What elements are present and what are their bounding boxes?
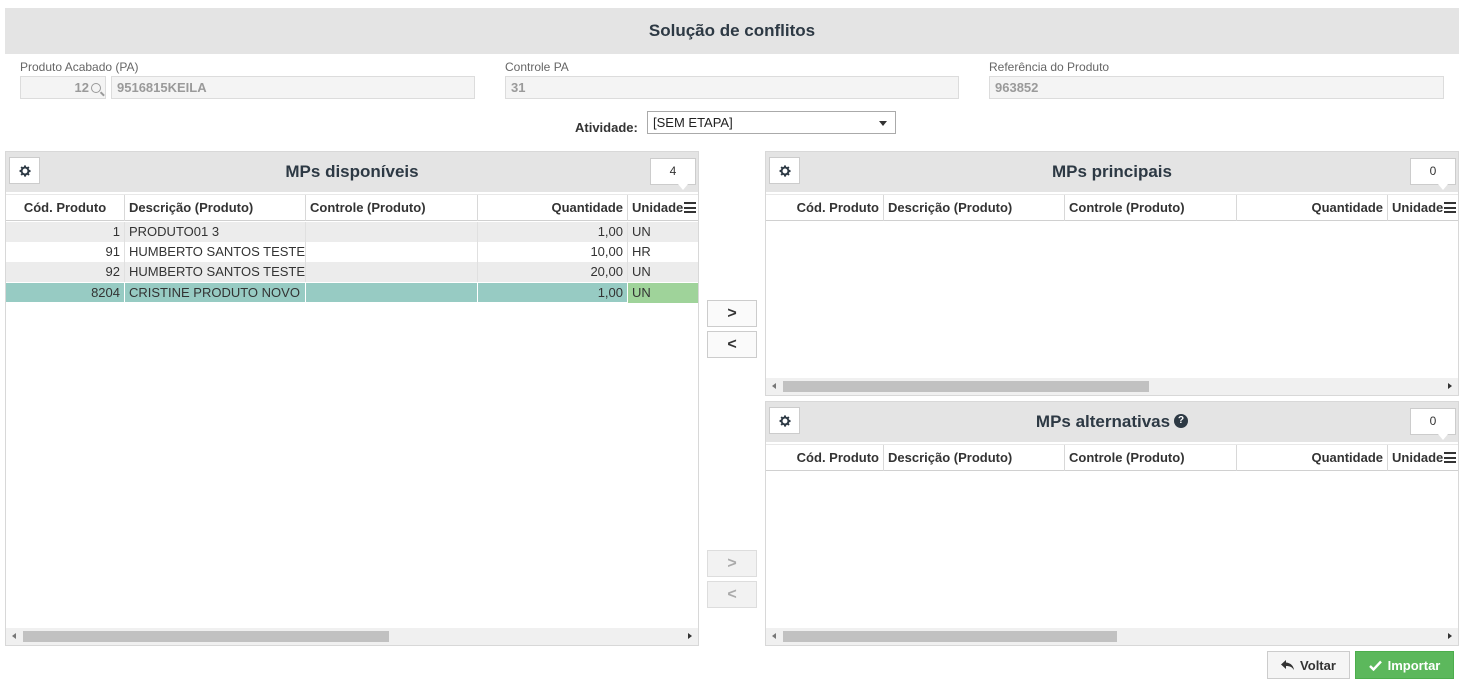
panel-title: MPs disponíveis [285, 162, 419, 181]
horizontal-scrollbar[interactable] [766, 628, 1458, 645]
scroll-left-icon[interactable] [12, 633, 16, 639]
controle-pa-field[interactable]: 31 [505, 76, 959, 99]
col-header-codigo[interactable]: Cód. Produto [766, 445, 884, 471]
columns-menu-icon[interactable] [1444, 202, 1456, 213]
cell-controle [306, 283, 478, 303]
search-icon[interactable] [91, 83, 101, 93]
grid-header: Cód. Produto Descrição (Produto) Control… [766, 194, 1458, 221]
scroll-right-icon[interactable] [1448, 633, 1452, 639]
scrollbar-thumb[interactable] [783, 631, 1117, 642]
cell-quantidade: 20,00 [478, 262, 628, 282]
cell-codigo: 8204 [6, 283, 125, 303]
col-header-codigo[interactable]: Cód. Produto [6, 195, 125, 221]
cell-codigo: 1 [6, 222, 125, 242]
panel-header: MPs alternativas? 0 [766, 402, 1458, 442]
horizontal-scrollbar[interactable] [766, 378, 1458, 395]
scroll-left-icon[interactable] [772, 633, 776, 639]
atividade-selected-value: [SEM ETAPA] [653, 115, 733, 130]
col-header-descricao[interactable]: Descrição (Produto) [125, 195, 306, 221]
cell-unidade: UN [628, 283, 698, 303]
move-from-alternativas-button[interactable]: < [707, 581, 757, 608]
panel-header: MPs principais 0 [766, 152, 1458, 192]
cell-descricao: CRISTINE PRODUTO NOVO [125, 283, 306, 303]
col-header-unidade[interactable]: Unidade [1388, 195, 1444, 221]
page-title: Solução de conflitos [648, 21, 816, 40]
grid-header: Cód. Produto Descrição (Produto) Control… [766, 444, 1458, 471]
columns-menu-icon[interactable] [1444, 452, 1456, 463]
panel-title-text: MPs alternativas [1035, 412, 1171, 431]
voltar-label: Voltar [1300, 657, 1336, 673]
count-badge: 0 [1410, 158, 1456, 190]
panel-title: MPs alternativas? [766, 412, 1458, 432]
referencia-label: Referência do Produto [989, 60, 1110, 74]
panel-mps-disponiveis: MPs disponíveis 4 Cód. Produto Descrição… [5, 151, 699, 646]
cell-quantidade: 1,00 [478, 222, 628, 242]
chevron-down-icon [879, 121, 887, 126]
col-header-unidade[interactable]: Unidade [1388, 445, 1444, 471]
move-to-principais-button[interactable]: > [707, 300, 757, 327]
back-arrow-icon [1281, 659, 1295, 670]
referencia-field[interactable]: 963852 [989, 76, 1444, 99]
columns-menu-icon[interactable] [684, 202, 696, 213]
scroll-left-icon[interactable] [772, 383, 776, 389]
page-header: Solução de conflitos [5, 8, 1459, 54]
importar-label: Importar [1387, 657, 1441, 673]
cell-quantidade: 10,00 [478, 242, 628, 262]
col-header-unidade[interactable]: Unidade [628, 195, 684, 221]
scrollbar-thumb[interactable] [783, 381, 1149, 392]
horizontal-scrollbar[interactable] [6, 628, 698, 645]
count-badge: 0 [1410, 408, 1456, 440]
cell-descricao: HUMBERTO SANTOS TESTE [125, 242, 306, 262]
produto-acabado-field[interactable]: 9516815KEILA [111, 76, 475, 99]
cell-codigo: 91 [6, 242, 125, 262]
cell-quantidade: 1,00 [478, 283, 628, 303]
panel-title: MPs principais [1052, 162, 1172, 181]
atividade-select[interactable]: [SEM ETAPA] [647, 111, 896, 134]
col-header-controle[interactable]: Controle (Produto) [1065, 445, 1237, 471]
scroll-right-icon[interactable] [688, 633, 692, 639]
count-badge: 4 [650, 158, 696, 190]
produto-acabado-code: 12 [74, 80, 89, 95]
voltar-button[interactable]: Voltar [1267, 651, 1350, 679]
controle-pa-label: Controle PA [505, 60, 569, 74]
panel-mps-principais: MPs principais 0 Cód. Produto Descrição … [765, 151, 1459, 396]
table-row[interactable]: 91 HUMBERTO SANTOS TESTE 10,00 HR [6, 242, 698, 262]
col-header-quantidade[interactable]: Quantidade [1237, 195, 1388, 221]
move-to-alternativas-button[interactable]: > [707, 550, 757, 577]
cell-descricao: HUMBERTO SANTOS TESTE [125, 262, 306, 282]
check-icon [1368, 660, 1382, 671]
table-row-selected[interactable]: 8204 CRISTINE PRODUTO NOVO 1,00 UN [6, 283, 698, 303]
cell-unidade: UN [632, 264, 651, 279]
panel-mps-alternativas: MPs alternativas? 0 Cód. Produto Descriç… [765, 401, 1459, 646]
scroll-right-icon[interactable] [1448, 383, 1452, 389]
col-header-controle[interactable]: Controle (Produto) [306, 195, 478, 221]
cell-unidade: UN [632, 224, 651, 239]
cell-controle [306, 222, 478, 242]
cell-codigo: 92 [6, 262, 125, 282]
cell-descricao: PRODUTO01 3 [125, 222, 306, 242]
table-row[interactable]: 92 HUMBERTO SANTOS TESTE 20,00 UN [6, 262, 698, 282]
move-from-principais-button[interactable]: < [707, 331, 757, 358]
table-row[interactable]: 1 PRODUTO01 3 1,00 UN [6, 222, 698, 242]
col-header-quantidade[interactable]: Quantidade [1237, 445, 1388, 471]
col-header-descricao[interactable]: Descrição (Produto) [884, 195, 1065, 221]
col-header-descricao[interactable]: Descrição (Produto) [884, 445, 1065, 471]
col-header-controle[interactable]: Controle (Produto) [1065, 195, 1237, 221]
grid-header: Cód. Produto Descrição (Produto) Control… [6, 194, 698, 221]
produto-acabado-code-field[interactable]: 12 [20, 76, 106, 99]
panel-header: MPs disponíveis 4 [6, 152, 698, 192]
atividade-label: Atividade: [575, 120, 638, 135]
scrollbar-thumb[interactable] [23, 631, 389, 642]
help-icon[interactable]: ? [1174, 413, 1189, 428]
produto-acabado-label: Produto Acabado (PA) [20, 60, 139, 74]
importar-button[interactable]: Importar [1355, 651, 1454, 679]
cell-controle [306, 242, 478, 262]
col-header-codigo[interactable]: Cód. Produto [766, 195, 884, 221]
col-header-quantidade[interactable]: Quantidade [478, 195, 628, 221]
cell-unidade: HR [632, 244, 651, 259]
cell-controle [306, 262, 478, 282]
